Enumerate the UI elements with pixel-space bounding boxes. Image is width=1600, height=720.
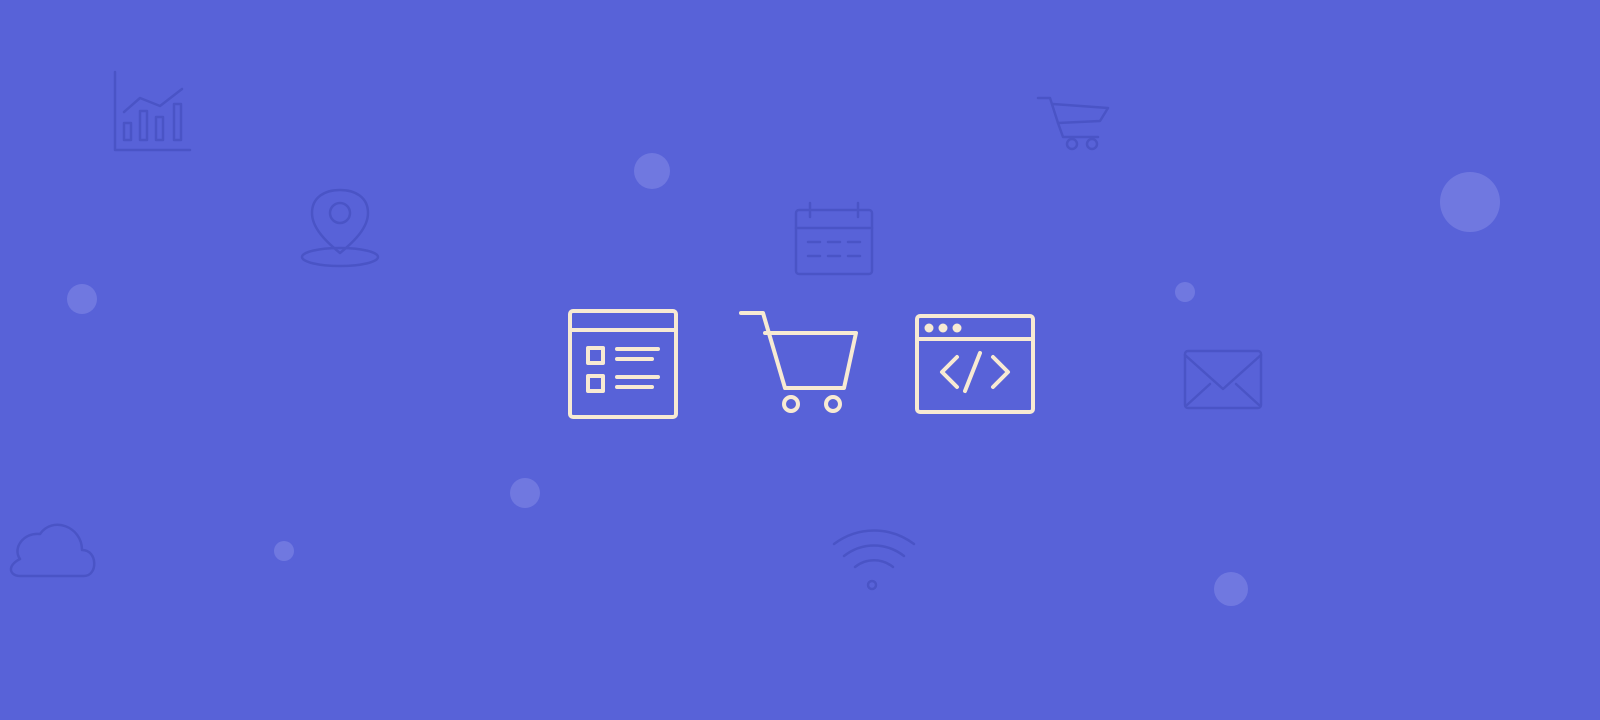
hero-banner (0, 0, 1600, 720)
bubble (67, 284, 97, 314)
browser-list-icon (568, 309, 678, 419)
banner-artwork (9, 70, 1500, 606)
bubble (274, 541, 294, 561)
window-dots (924, 323, 962, 333)
bar-chart-icon (113, 70, 192, 152)
bubble (634, 153, 670, 189)
cloud-icon (9, 523, 96, 578)
bubble (1440, 172, 1500, 232)
bubble (1175, 282, 1195, 302)
wifi-icon (832, 529, 916, 591)
map-pin-icon (300, 188, 380, 268)
bubble (1214, 572, 1248, 606)
shopping-cart-icon (739, 311, 858, 413)
shopping-cart-icon (1036, 96, 1110, 151)
bubble (510, 478, 540, 508)
mail-icon (1183, 349, 1263, 410)
calendar-icon (794, 201, 874, 276)
code-window-icon (915, 314, 1035, 414)
